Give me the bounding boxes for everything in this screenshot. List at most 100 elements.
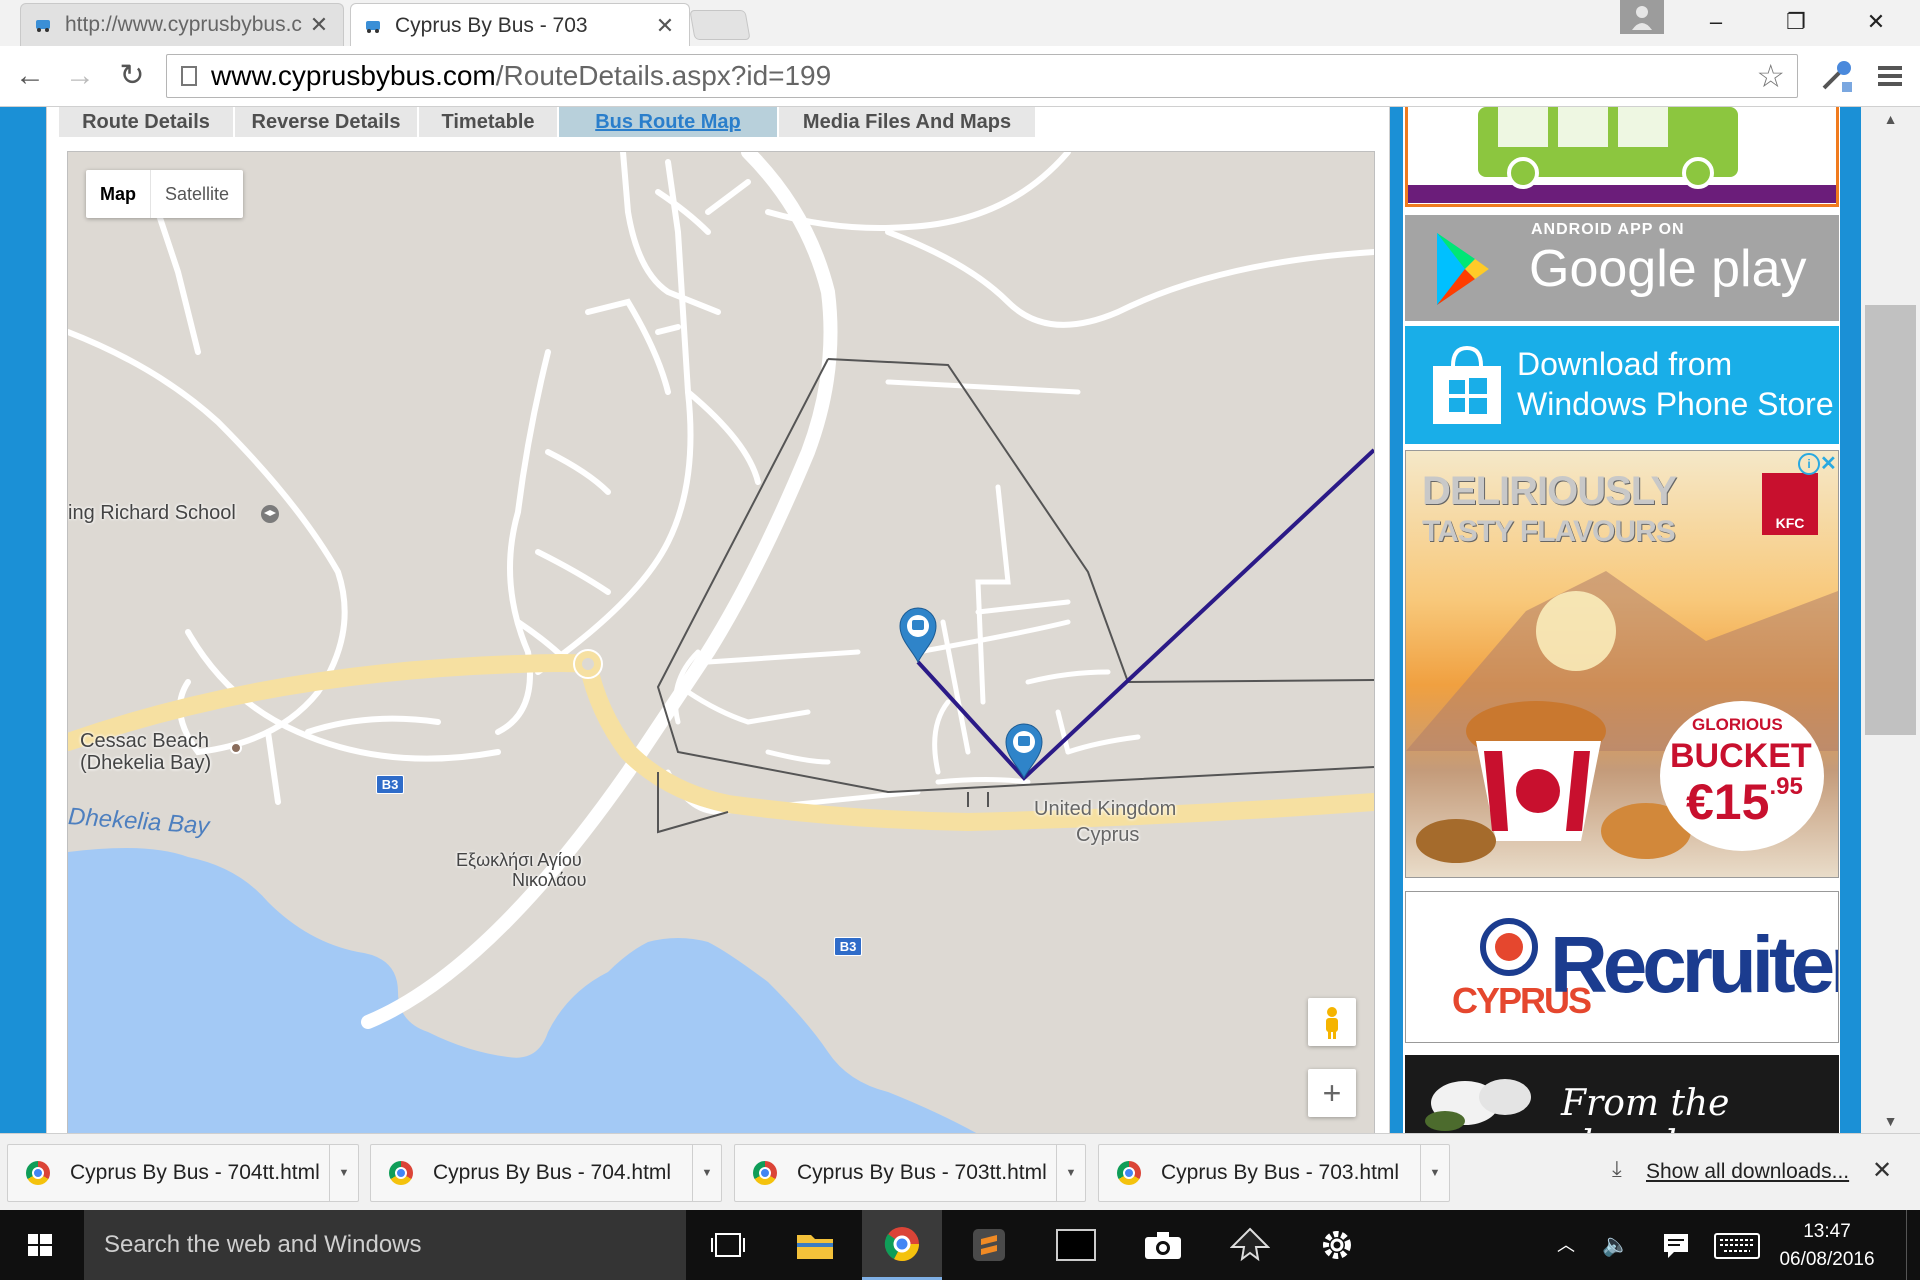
download-menu-chevron-icon[interactable]: ▼	[329, 1145, 358, 1201]
taskbar-clock[interactable]: 13:47 06/08/2016	[1772, 1218, 1882, 1274]
web-page: Route Details Reverse Details Timetable …	[0, 107, 1920, 1133]
scroll-down-arrow-icon[interactable]: ▼	[1861, 1113, 1920, 1129]
map-canvas	[68, 152, 1374, 1133]
download-item[interactable]: Cyprus By Bus - 703tt.html ▼	[734, 1144, 1086, 1202]
satellite-view-button[interactable]: Satellite	[151, 170, 243, 218]
scroll-up-arrow-icon[interactable]: ▲	[1861, 111, 1920, 127]
show-desktop-button[interactable]	[1906, 1210, 1920, 1280]
windows-store-line2: Windows Phone Store	[1517, 386, 1834, 422]
download-item[interactable]: Cyprus By Bus - 704tt.html ▼	[7, 1144, 359, 1202]
church-label-line1[interactable]: Εξωκλήσι Αγίου	[456, 850, 582, 871]
church-advert[interactable]: From the church	[1405, 1055, 1839, 1133]
bus-stop-marker-icon[interactable]	[1005, 723, 1043, 780]
bus-favicon-icon	[36, 20, 50, 32]
address-bar[interactable]: www.cyprusbybus.com/RouteDetails.aspx?id…	[166, 54, 1798, 98]
google-play-main-text: Google play	[1529, 240, 1807, 298]
school-icon[interactable]	[260, 504, 280, 524]
camera-icon[interactable]	[1123, 1210, 1203, 1280]
kfc-price: €15.95	[1686, 773, 1803, 830]
restore-button[interactable]: ❐	[1766, 6, 1826, 38]
sidebar-ads: ANDROID APP ON Google play Download from…	[1403, 107, 1840, 1133]
minimize-button[interactable]: –	[1686, 6, 1746, 38]
download-filename: Cyprus By Bus - 703tt.html	[797, 1161, 1047, 1184]
zoom-in-button[interactable]: +	[1308, 1069, 1356, 1117]
tab-reverse-details[interactable]: Reverse Details	[235, 107, 419, 137]
action-center-icon[interactable]	[1656, 1210, 1696, 1280]
download-item[interactable]: Cyprus By Bus - 704.html ▼	[370, 1144, 722, 1202]
google-play-badge[interactable]: ANDROID APP ON Google play	[1405, 215, 1839, 321]
volume-icon[interactable]: 🔈	[1596, 1210, 1636, 1280]
local-roads	[68, 152, 1374, 805]
chrome-taskbar-icon[interactable]	[862, 1210, 942, 1280]
download-filename: Cyprus By Bus - 704tt.html	[70, 1161, 320, 1184]
bus-ad-banner[interactable]	[1405, 107, 1839, 207]
map-type-control: Map Satellite	[86, 170, 244, 218]
map-view-button[interactable]: Map	[86, 170, 151, 218]
browser-toolbar: ← → ↻ www.cyprusbybus.com/RouteDetails.a…	[0, 46, 1920, 107]
new-tab-button[interactable]	[689, 10, 751, 40]
reload-icon[interactable]: ↻	[112, 56, 152, 96]
kfc-glorious: GLORIOUS	[1692, 715, 1783, 734]
back-arrow-icon[interactable]: ←	[10, 56, 50, 96]
bus-stop-marker-icon[interactable]	[899, 607, 937, 664]
user-profile-button[interactable]	[1620, 0, 1664, 34]
sublime-text-icon[interactable]	[949, 1210, 1029, 1280]
download-filename: Cyprus By Bus - 703.html	[1161, 1161, 1400, 1184]
menu-icon[interactable]	[1872, 58, 1908, 94]
task-view-icon[interactable]	[688, 1210, 768, 1280]
extension-icon[interactable]	[1816, 56, 1856, 96]
kfc-bucket: BUCKET	[1670, 737, 1812, 775]
ad-close-icon[interactable]: ✕	[1820, 451, 1837, 476]
recruiter-word-text: Recruiter	[1550, 920, 1839, 1009]
download-menu-chevron-icon[interactable]: ▼	[1056, 1145, 1085, 1201]
recruiter-logo-icon	[1480, 918, 1538, 976]
close-window-button[interactable]: ✕	[1846, 6, 1906, 38]
bus-favicon-icon	[366, 20, 380, 33]
beach-label-line2[interactable]: (Dhekelia Bay)	[80, 752, 211, 775]
country-label-line2: Cyprus	[1076, 824, 1140, 846]
school-label[interactable]: ing Richard School	[68, 502, 236, 525]
settings-gear-icon[interactable]	[1297, 1210, 1377, 1280]
kfc-logo: KFC	[1762, 473, 1818, 535]
forward-arrow-icon[interactable]: →	[60, 56, 100, 96]
close-download-shelf-icon[interactable]: ✕	[1872, 1156, 1892, 1185]
beach-poi-icon[interactable]	[230, 742, 242, 754]
taskbar-search-box[interactable]: Search the web and Windows	[84, 1210, 686, 1280]
page-scrollbar[interactable]: ▲ ▼	[1861, 107, 1920, 1133]
close-tab-icon[interactable]: ✕	[309, 12, 329, 38]
tab-bus-route-map[interactable]: Bus Route Map	[559, 107, 779, 137]
cyprus-recruiter-advert[interactable]: CYPRUS Recruiter	[1405, 891, 1839, 1043]
tab-timetable[interactable]: Timetable	[419, 107, 559, 137]
bookmark-star-icon[interactable]: ☆	[1756, 57, 1785, 95]
google-play-top-text: ANDROID APP ON	[1531, 221, 1685, 238]
kfc-advert[interactable]: DELIRIOUSLY TASTY FLAVOURS KFC i ✕ GLORI…	[1405, 450, 1839, 878]
bus-illustration-icon	[1408, 107, 1836, 203]
tab-route-details[interactable]: Route Details	[59, 107, 235, 137]
street-view-pegman-icon[interactable]	[1308, 998, 1356, 1046]
chrome-file-icon	[1117, 1161, 1141, 1185]
road-shield-b3: B3	[376, 775, 404, 794]
bus-route-line	[916, 448, 1374, 781]
highway-b3	[68, 654, 1374, 832]
scroll-thumb[interactable]	[1865, 305, 1916, 735]
terminal-icon[interactable]	[1036, 1210, 1116, 1280]
inkscape-icon[interactable]	[1210, 1210, 1290, 1280]
tab-media-files-and-maps[interactable]: Media Files And Maps	[779, 107, 1037, 137]
download-menu-chevron-icon[interactable]: ▼	[1420, 1145, 1449, 1201]
keyboard-icon[interactable]	[1712, 1210, 1762, 1280]
windows-store-badge[interactable]: Download from Windows Phone Store	[1405, 326, 1839, 444]
tab-cyprusbybus-home[interactable]: http://www.cyprusbybus.c ✕	[20, 3, 344, 46]
tab-cyprusbybus-703[interactable]: Cyprus By Bus - 703 ✕	[350, 3, 690, 47]
file-explorer-icon[interactable]	[775, 1210, 855, 1280]
ad-info-icon[interactable]: i	[1798, 453, 1820, 475]
download-shelf: Cyprus By Bus - 704tt.html ▼ Cyprus By B…	[0, 1133, 1920, 1211]
church-label-line2[interactable]: Νικολάου	[512, 870, 586, 891]
close-tab-icon[interactable]: ✕	[655, 13, 675, 39]
download-item[interactable]: Cyprus By Bus - 703.html ▼	[1098, 1144, 1450, 1202]
windows-start-icon[interactable]	[0, 1210, 82, 1280]
show-all-downloads-link[interactable]: Show all downloads...	[1646, 1160, 1849, 1184]
tray-chevron-up-icon[interactable]: ︿	[1548, 1210, 1584, 1280]
route-map[interactable]: ing Richard School Cessac Beach (Dhekeli…	[67, 151, 1375, 1133]
download-menu-chevron-icon[interactable]: ▼	[692, 1145, 721, 1201]
beach-label-line1[interactable]: Cessac Beach	[80, 730, 209, 753]
